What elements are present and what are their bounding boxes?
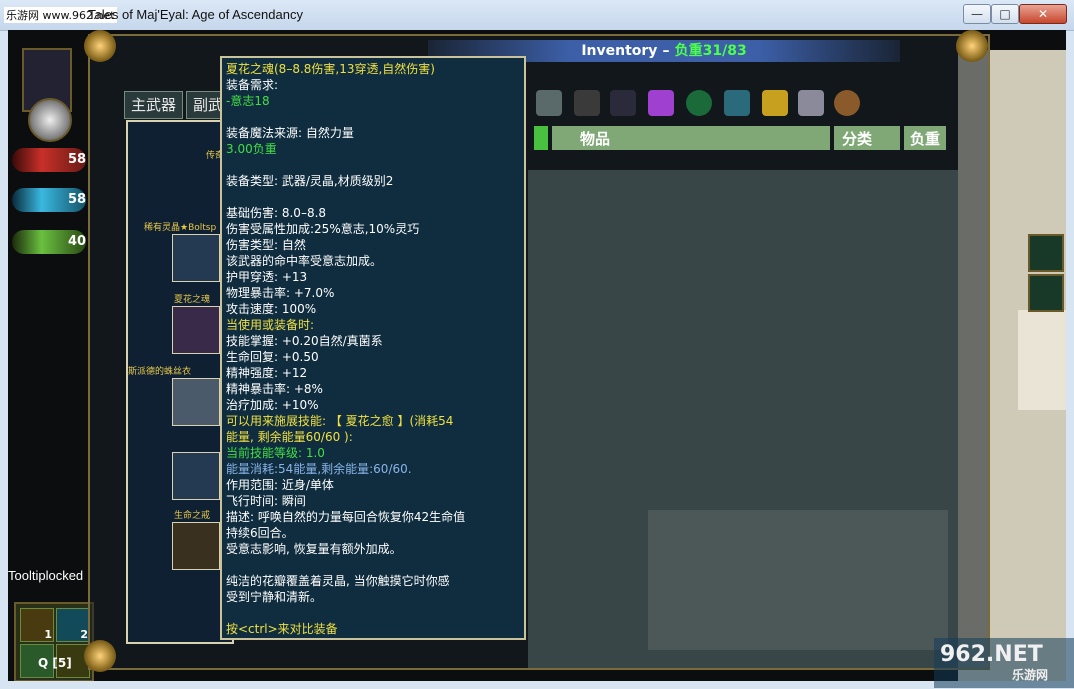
slot-label: 生命之戒 (174, 511, 211, 521)
crossed-swords-icon[interactable] (28, 98, 72, 142)
title-separator: – (662, 43, 670, 59)
minimize-button[interactable]: — (963, 4, 991, 24)
tooltip-line (226, 157, 524, 173)
frame-corner-icon (84, 640, 116, 672)
window-title: Tales of Maj'Eyal: Age of Ascendancy (88, 7, 303, 22)
tooltip-line: 3.00负重 (226, 142, 277, 156)
tooltip-line: 纯洁的花瓣覆盖着灵晶, 当你触摸它时你感 (226, 574, 450, 588)
tooltip-line: 装备魔法来源: 自然力量 (226, 126, 354, 140)
tooltip-line: 当前技能等级: 1.0 (226, 446, 325, 460)
column-category-header[interactable]: 分类 (834, 126, 900, 150)
tooltip-line: 该武器的命中率受意志加成。 (226, 254, 383, 268)
tooltip-line: 可以用来施展技能: 【 夏花之愈 】(消耗54 (226, 414, 454, 428)
tooltip-line: 持续6回合。 (226, 526, 294, 540)
map-tiles (1018, 310, 1066, 410)
armor-icon[interactable] (574, 90, 600, 116)
tooltip-line: 飞行时间: 瞬间 (226, 494, 306, 508)
app-window: 乐游网 www.962.net Tales of Maj'Eyal: Age o… (0, 0, 1074, 689)
spider-silk-robe-slot[interactable] (172, 378, 220, 426)
inventory-title: Inventory (581, 43, 658, 59)
amulet-icon[interactable] (610, 90, 636, 116)
tooltip-line: 按<ctrl>来对比装备 (226, 622, 338, 636)
scroll-icon[interactable] (798, 90, 824, 116)
tooltip-line: 伤害类型: 自然 (226, 238, 306, 252)
tooltip-line (226, 605, 524, 621)
close-button[interactable]: ✕ (1019, 4, 1067, 24)
shield-icon[interactable] (1028, 274, 1064, 312)
summer-flower-soul-slot[interactable] (172, 306, 220, 354)
tooltip-line: 夏花之魂(8–8.8伤害,13穿透,自然伤害) (226, 62, 435, 76)
frame-corner-icon (956, 30, 988, 62)
slot-label: 稀有灵晶★Boltsp (144, 223, 217, 233)
column-category-label: 分类 (842, 130, 873, 148)
ring-of-life-slot[interactable] (172, 522, 220, 570)
slot-label: 斯派德的蛛丝衣 (128, 367, 192, 377)
tooltip-line: 治疗加成: +10% (226, 398, 319, 412)
hotkey-2-label: 2 (80, 628, 88, 641)
column-weight-header[interactable]: 负重 (904, 126, 946, 150)
game-viewport[interactable]: 58 58 40 Tooltiplocked 1 2 Q [5] Invento… (8, 30, 1066, 681)
life-bar: 58 (12, 148, 86, 172)
tooltip-line: 能量, 剩余能量60/60 ): (226, 430, 353, 444)
column-item-label: 物品 (580, 130, 611, 148)
tooltip-line: 当使用或装备时: (226, 318, 315, 332)
mana-value: 58 (68, 192, 87, 207)
item-tooltip: 夏花之魂(8–8.8伤害,13穿透,自然伤害) 装备需求: -意志18 装备魔法来源:… (220, 56, 526, 640)
frame-corner-icon (84, 30, 116, 62)
equilibrium-value: 40 (68, 234, 87, 249)
site-watermark: 962.NET 乐游网 (934, 638, 1074, 688)
empty-slot[interactable] (172, 452, 220, 500)
party-icon[interactable] (1028, 234, 1064, 272)
slot-label: 夏花之魂 (174, 295, 211, 305)
tooltip-line: -意志18 (226, 94, 270, 108)
pickaxe-icon[interactable] (724, 90, 750, 116)
tooltip-line: 装备需求: (226, 78, 279, 92)
quick-slot-label: Q [5] (38, 656, 72, 670)
tooltip-line (226, 109, 524, 125)
inventory-weight: 负重31/83 (674, 43, 747, 59)
watermark-brand: 962.NET (940, 642, 1043, 667)
selected-header-cell (534, 126, 548, 150)
tooltip-line: 精神强度: +12 (226, 366, 308, 380)
life-value: 58 (68, 152, 87, 167)
watermark-brand-small: 乐游网 (1012, 668, 1049, 682)
bag-icon[interactable] (834, 90, 860, 116)
tab-main-weapon[interactable]: 主武器 (124, 91, 184, 119)
tooltip-line: 伤害受属性加成:25%意志,10%灵巧 (226, 222, 420, 236)
tooltip-line: 能量消耗:54能量,剩余能量:60/60. (226, 462, 412, 476)
hotkey-1[interactable]: 1 (20, 608, 54, 642)
left-status-panel: 58 58 40 Tooltiplocked 1 2 Q [5] (8, 30, 94, 681)
column-item-header[interactable]: 物品 (552, 126, 830, 150)
trophy-icon[interactable] (762, 90, 788, 116)
tooltip-line: 精神暴击率: +8% (226, 382, 323, 396)
tooltip-line: 描述: 呼唤自然的力量每回合恢复你42生命值 (226, 510, 466, 524)
rare-crystal-slot[interactable] (172, 234, 220, 282)
ring-icon[interactable] (686, 90, 712, 116)
maximize-button[interactable]: □ (991, 4, 1019, 24)
tooltip-line (226, 557, 524, 573)
equilibrium-bar: 40 (12, 230, 86, 254)
tooltip-line: 作用范围: 近身/单体 (226, 478, 334, 492)
tooltip-line: 受到宁静和清新。 (226, 590, 323, 604)
tooltip-line: 装备类型: 武器/灵晶,材质级别2 (226, 174, 394, 188)
tooltip-line: 攻击速度: 100% (226, 302, 317, 316)
tooltip-line: 生命回复: +0.50 (226, 350, 319, 364)
hotkey-1-label: 1 (44, 628, 52, 641)
hotkey-2[interactable]: 2 (56, 608, 90, 642)
tooltip-line: 物理暴击率: +7.0% (226, 286, 335, 300)
tooltip-line: 受意志影响, 恢复量有额外加成。 (226, 542, 402, 556)
weapon-icon[interactable] (536, 90, 562, 116)
tooltip-locked-label: Tooltiplocked (8, 568, 84, 583)
column-weight-label: 负重 (910, 130, 941, 148)
tooltip-line (226, 189, 524, 205)
tooltip-line: 基础伤害: 8.0–8.8 (226, 206, 327, 220)
mana-bar: 58 (12, 188, 86, 212)
gem-icon[interactable] (648, 90, 674, 116)
tooltip-line: 技能掌握: +0.20自然/真菌系 (226, 334, 383, 348)
equipment-panel: 传奇 稀有灵晶★Boltsp 夏花之魂 斯派德的蛛丝衣 生命之戒 (126, 120, 234, 644)
title-bar: 乐游网 www.962.net Tales of Maj'Eyal: Age o… (0, 0, 1074, 31)
tooltip-line: 护甲穿透: +13 (226, 270, 308, 284)
